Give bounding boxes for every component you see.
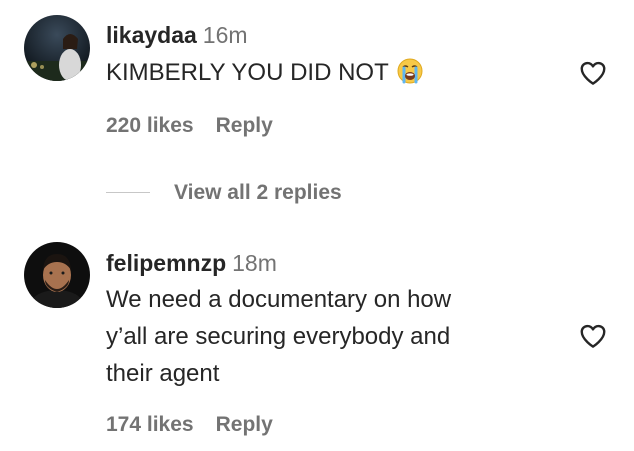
avatar[interactable] — [24, 15, 90, 81]
replies-divider — [106, 192, 150, 193]
comment-header: felipemnzp 18m — [106, 248, 277, 278]
view-replies-label: View all 2 replies — [174, 181, 342, 204]
timestamp: 16m — [202, 22, 248, 48]
like-count[interactable]: 220 likes — [106, 114, 194, 137]
comment-meta: 174 likes Reply — [106, 411, 273, 439]
loudly-crying-face-icon — [397, 58, 423, 95]
reply-button[interactable]: Reply — [216, 114, 273, 137]
timestamp: 18m — [232, 250, 277, 276]
like-button[interactable] — [578, 321, 608, 351]
like-count[interactable]: 174 likes — [106, 413, 194, 436]
comment-text-content: KIMBERLY YOU DID NOT — [106, 59, 389, 86]
reply-button[interactable]: Reply — [216, 413, 273, 436]
heart-outline-icon — [580, 324, 606, 348]
comment-text: We need a documentary on how y’all are s… — [106, 286, 452, 387]
like-button[interactable] — [578, 58, 608, 88]
comment-header: likaydaa 16m — [106, 20, 248, 50]
username[interactable]: likaydaa — [106, 22, 197, 48]
username[interactable]: felipemnzp — [106, 250, 226, 276]
heart-outline-icon — [580, 61, 606, 85]
comment-item: likaydaa 16m KIMBERLY YOU DID NOT 220 lik… — [0, 0, 634, 225]
comment-item: felipemnzp 18m We need a documentary on h… — [0, 235, 634, 451]
avatar[interactable] — [24, 242, 90, 308]
comment-meta: 220 likes Reply — [106, 112, 273, 140]
comment-text: KIMBERLY YOU DID NOT — [106, 54, 546, 95]
